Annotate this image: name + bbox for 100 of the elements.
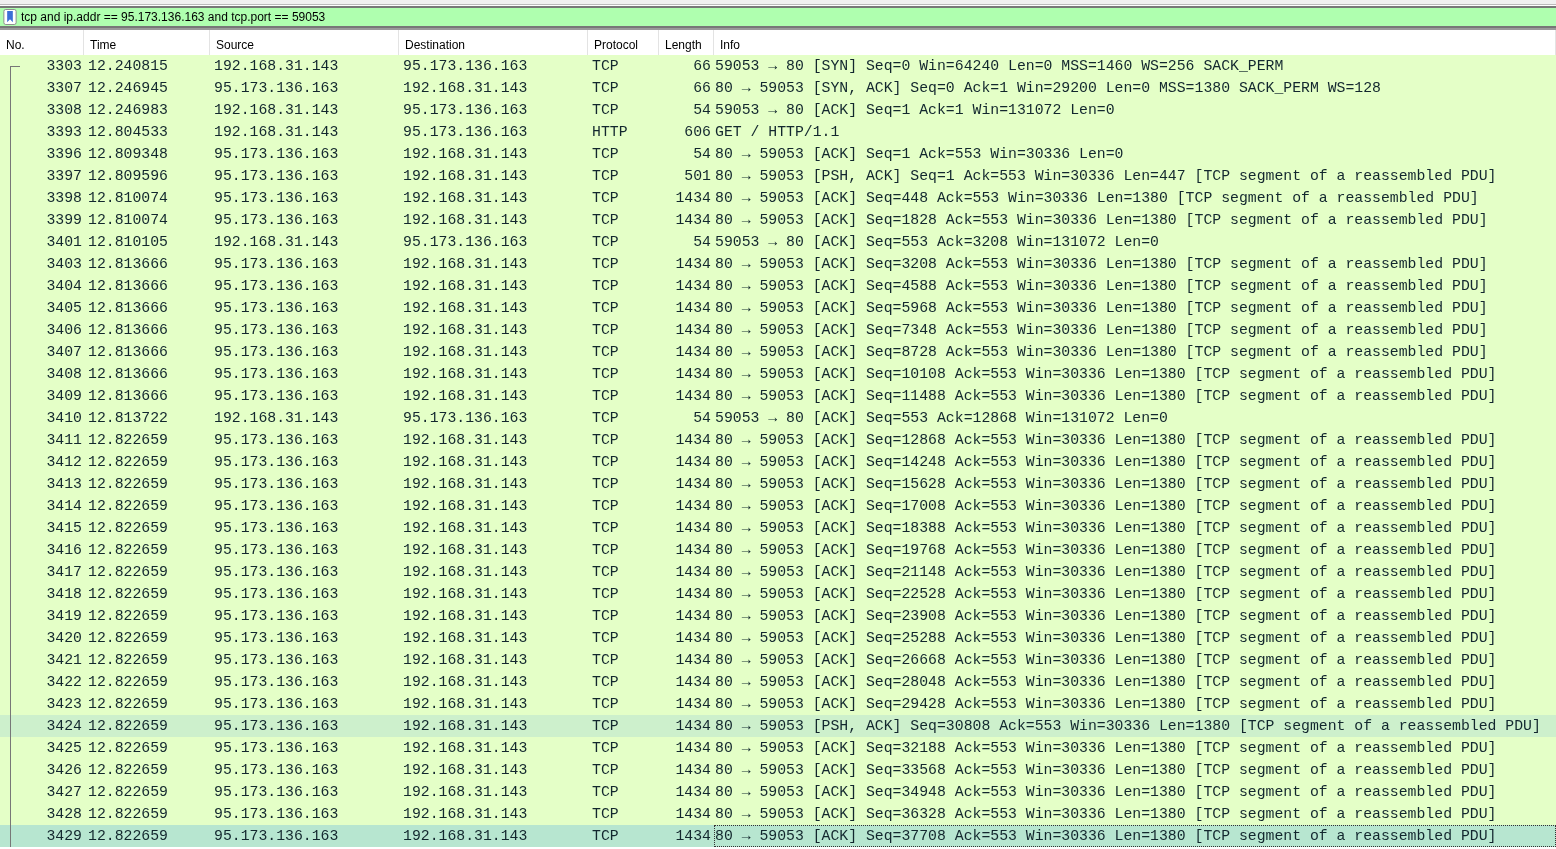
packet-row[interactable]: 3393 12.804533 192.168.31.143 95.173.136.163 HTTP 606 GET / HTTP/1.1	[0, 121, 1556, 143]
source-address: 95.173.136.163	[213, 211, 340, 230]
packet-row[interactable]: 3423 12.822659 95.173.136.163 192.168.31.143 TCP 1434 80 → 59053 [ACK] Seq=29428 Ack=553 Win=30336 Len=1380 [TCP segment of a reassembled PDU]	[0, 693, 1556, 715]
packet-row[interactable]: 3307 12.246945 95.173.136.163 192.168.31.143 TCP 66 80 → 59053 [SYN, ACK] Seq=0 Ack=1 Win=29200 Len=0 MSS=1380 SACK_PERM WS=128	[0, 77, 1556, 99]
packet-row[interactable]: 3410 12.813722 192.168.31.143 95.173.136.163 TCP 54 59053 → 80 [ACK] Seq=553 Ack=12868 Win=131072 Len=0	[0, 407, 1556, 429]
protocol: TCP	[591, 409, 620, 428]
destination-address: 192.168.31.143	[402, 585, 529, 604]
packet-row[interactable]: 3416 12.822659 95.173.136.163 192.168.31.143 TCP 1434 80 → 59053 [ACK] Seq=19768 Ack=553 Win=30336 Len=1380 [TCP segment of a reassembled PDU]	[0, 539, 1556, 561]
packet-length: 1434	[674, 475, 712, 494]
packet-row[interactable]: 3419 12.822659 95.173.136.163 192.168.31.143 TCP 1434 80 → 59053 [ACK] Seq=23908 Ack=553 Win=30336 Len=1380 [TCP segment of a reassembled PDU]	[0, 605, 1556, 627]
destination-address: 192.168.31.143	[402, 827, 529, 846]
packet-number: 3410	[46, 409, 82, 428]
packet-time: 12.813666	[87, 343, 169, 362]
source-address: 95.173.136.163	[213, 497, 340, 516]
packet-info: 80 → 59053 [ACK] Seq=4588 Ack=553 Win=30336 Len=1380 [TCP segment of a reassembled PDU]	[714, 277, 1489, 296]
packet-length: 1434	[674, 651, 712, 670]
packet-row[interactable]: 3303 12.240815 192.168.31.143 95.173.136.163 TCP 66 59053 → 80 [SYN] Seq=0 Win=64240 Len=0 MSS=1460 WS=256 SACK_PERM	[0, 55, 1556, 77]
packet-row[interactable]: 3420 12.822659 95.173.136.163 192.168.31.143 TCP 1434 80 → 59053 [ACK] Seq=25288 Ack=553 Win=30336 Len=1380 [TCP segment of a reassembled PDU]	[0, 627, 1556, 649]
destination-address: 192.168.31.143	[402, 519, 529, 538]
packet-time: 12.822659	[87, 519, 169, 538]
source-address: 95.173.136.163	[213, 563, 340, 582]
packet-length: 1434	[674, 343, 712, 362]
packet-length: 1434	[674, 673, 712, 692]
packet-number: 3415	[46, 519, 82, 538]
source-address: 95.173.136.163	[213, 321, 340, 340]
packet-row[interactable]: 3406 12.813666 95.173.136.163 192.168.31.143 TCP 1434 80 → 59053 [ACK] Seq=7348 Ack=553 Win=30336 Len=1380 [TCP segment of a reassembled PDU]	[0, 319, 1556, 341]
protocol: TCP	[591, 739, 620, 758]
packet-number: 3422	[46, 673, 82, 692]
protocol: TCP	[591, 563, 620, 582]
destination-address: 192.168.31.143	[402, 211, 529, 230]
protocol: TCP	[591, 167, 620, 186]
destination-address: 192.168.31.143	[402, 453, 529, 472]
packet-number: 3421	[46, 651, 82, 670]
packet-row[interactable]: 3424 12.822659 95.173.136.163 192.168.31.143 TCP 1434 80 → 59053 [PSH, ACK] Seq=30808 Ack=553 Win=30336 Len=1380 [TCP segment of a reassembled PDU]	[0, 715, 1556, 737]
packet-row[interactable]: 3403 12.813666 95.173.136.163 192.168.31.143 TCP 1434 80 → 59053 [ACK] Seq=3208 Ack=553 Win=30336 Len=1380 [TCP segment of a reassembled PDU]	[0, 253, 1556, 275]
packet-time: 12.822659	[87, 607, 169, 626]
source-address: 95.173.136.163	[213, 783, 340, 802]
packet-row[interactable]: 3396 12.809348 95.173.136.163 192.168.31.143 TCP 54 80 → 59053 [ACK] Seq=1 Ack=553 Win=30336 Len=0	[0, 143, 1556, 165]
packet-row[interactable]: 3428 12.822659 95.173.136.163 192.168.31.143 TCP 1434 80 → 59053 [ACK] Seq=36328 Ack=553 Win=30336 Len=1380 [TCP segment of a reassembled PDU]	[0, 803, 1556, 825]
packet-number: 3420	[46, 629, 82, 648]
packet-time: 12.822659	[87, 431, 169, 450]
source-address: 95.173.136.163	[213, 585, 340, 604]
packet-row[interactable]: 3399 12.810074 95.173.136.163 192.168.31.143 TCP 1434 80 → 59053 [ACK] Seq=1828 Ack=553 Win=30336 Len=1380 [TCP segment of a reassembled PDU]	[0, 209, 1556, 231]
packet-info: 80 → 59053 [PSH, ACK] Seq=1 Ack=553 Win=30336 Len=447 [TCP segment of a reassembled PDU]	[714, 167, 1498, 186]
packet-number: 3303	[46, 57, 82, 76]
packet-row[interactable]: 3418 12.822659 95.173.136.163 192.168.31.143 TCP 1434 80 → 59053 [ACK] Seq=22528 Ack=553 Win=30336 Len=1380 [TCP segment of a reassembled PDU]	[0, 583, 1556, 605]
packet-row[interactable]: 3401 12.810105 192.168.31.143 95.173.136.163 TCP 54 59053 → 80 [ACK] Seq=553 Ack=3208 Win=131072 Len=0	[0, 231, 1556, 253]
packet-row[interactable]: 3426 12.822659 95.173.136.163 192.168.31.143 TCP 1434 80 → 59053 [ACK] Seq=33568 Ack=553 Win=30336 Len=1380 [TCP segment of a reassembled PDU]	[0, 759, 1556, 781]
packet-time: 12.822659	[87, 541, 169, 560]
destination-address: 192.168.31.143	[402, 167, 529, 186]
packet-info: 80 → 59053 [ACK] Seq=14248 Ack=553 Win=30336 Len=1380 [TCP segment of a reassembled PDU]	[714, 453, 1498, 472]
destination-address: 192.168.31.143	[402, 497, 529, 516]
packet-row[interactable]: 3429 12.822659 95.173.136.163 192.168.31.143 TCP 1434 80 → 59053 [ACK] Seq=37708 Ack=553 Win=30336 Len=1380 [TCP segment of a reassembled PDU]	[0, 825, 1556, 847]
protocol: TCP	[591, 783, 620, 802]
packet-row[interactable]: 3398 12.810074 95.173.136.163 192.168.31.143 TCP 1434 80 → 59053 [ACK] Seq=448 Ack=553 Win=30336 Len=1380 [TCP segment of a reassembled PDU]	[0, 187, 1556, 209]
packet-row[interactable]: 3411 12.822659 95.173.136.163 192.168.31.143 TCP 1434 80 → 59053 [ACK] Seq=12868 Ack=553 Win=30336 Len=1380 [TCP segment of a reassembled PDU]	[0, 429, 1556, 451]
packet-row[interactable]: 3408 12.813666 95.173.136.163 192.168.31.143 TCP 1434 80 → 59053 [ACK] Seq=10108 Ack=553 Win=30336 Len=1380 [TCP segment of a reassembled PDU]	[0, 363, 1556, 385]
packet-number: 3419	[46, 607, 82, 626]
packet-row[interactable]: 3412 12.822659 95.173.136.163 192.168.31.143 TCP 1434 80 → 59053 [ACK] Seq=14248 Ack=553 Win=30336 Len=1380 [TCP segment of a reassembled PDU]	[0, 451, 1556, 473]
packet-length: 1434	[674, 563, 712, 582]
protocol: TCP	[591, 387, 620, 406]
packet-row[interactable]: 3417 12.822659 95.173.136.163 192.168.31.143 TCP 1434 80 → 59053 [ACK] Seq=21148 Ack=553 Win=30336 Len=1380 [TCP segment of a reassembled PDU]	[0, 561, 1556, 583]
source-address: 95.173.136.163	[213, 717, 340, 736]
packet-row[interactable]: 3413 12.822659 95.173.136.163 192.168.31.143 TCP 1434 80 → 59053 [ACK] Seq=15628 Ack=553 Win=30336 Len=1380 [TCP segment of a reassembled PDU]	[0, 473, 1556, 495]
packet-row[interactable]: 3397 12.809596 95.173.136.163 192.168.31.143 TCP 501 80 → 59053 [PSH, ACK] Seq=1 Ack=553 Win=30336 Len=447 [TCP segment of a reassembled PDU]	[0, 165, 1556, 187]
packet-row[interactable]: 3414 12.822659 95.173.136.163 192.168.31.143 TCP 1434 80 → 59053 [ACK] Seq=17008 Ack=553 Win=30336 Len=1380 [TCP segment of a reassembled PDU]	[0, 495, 1556, 517]
packet-length: 1434	[674, 321, 712, 340]
protocol: TCP	[591, 497, 620, 516]
display-filter-field[interactable]: tcp and ip.addr == 95.173.136.163 and tcp.port == 59053	[0, 6, 1556, 28]
source-address: 192.168.31.143	[213, 57, 340, 76]
packet-number: 3308	[46, 101, 82, 120]
bookmark-icon[interactable]	[3, 9, 17, 25]
packet-info: 59053 → 80 [ACK] Seq=553 Ack=12868 Win=131072 Len=0	[714, 409, 1169, 428]
source-address: 95.173.136.163	[213, 365, 340, 384]
packet-info: 80 → 59053 [ACK] Seq=29428 Ack=553 Win=30336 Len=1380 [TCP segment of a reassembled PDU]	[714, 695, 1498, 714]
packet-info: GET / HTTP/1.1	[714, 123, 841, 142]
packet-row[interactable]: 3425 12.822659 95.173.136.163 192.168.31.143 TCP 1434 80 → 59053 [ACK] Seq=32188 Ack=553 Win=30336 Len=1380 [TCP segment of a reassembled PDU]	[0, 737, 1556, 759]
packet-row[interactable]: 3308 12.246983 192.168.31.143 95.173.136.163 TCP 54 59053 → 80 [ACK] Seq=1 Ack=1 Win=131072 Len=0	[0, 99, 1556, 121]
packet-length: 54	[692, 145, 712, 164]
packet-row[interactable]: 3415 12.822659 95.173.136.163 192.168.31.143 TCP 1434 80 → 59053 [ACK] Seq=18388 Ack=553 Win=30336 Len=1380 [TCP segment of a reassembled PDU]	[0, 517, 1556, 539]
packet-length: 1434	[674, 585, 712, 604]
source-address: 95.173.136.163	[213, 79, 340, 98]
source-address: 192.168.31.143	[213, 233, 340, 252]
packet-length: 1434	[674, 453, 712, 472]
packet-row[interactable]: 3405 12.813666 95.173.136.163 192.168.31.143 TCP 1434 80 → 59053 [ACK] Seq=5968 Ack=553 Win=30336 Len=1380 [TCP segment of a reassembled PDU]	[0, 297, 1556, 319]
protocol: TCP	[591, 673, 620, 692]
destination-address: 192.168.31.143	[402, 761, 529, 780]
packet-length: 1434	[674, 739, 712, 758]
packet-row[interactable]: 3422 12.822659 95.173.136.163 192.168.31.143 TCP 1434 80 → 59053 [ACK] Seq=28048 Ack=553 Win=30336 Len=1380 [TCP segment of a reassembled PDU]	[0, 671, 1556, 693]
packet-length: 1434	[674, 761, 712, 780]
destination-address: 95.173.136.163	[402, 409, 529, 428]
packet-time: 12.813666	[87, 299, 169, 318]
packet-row[interactable]: 3421 12.822659 95.173.136.163 192.168.31.143 TCP 1434 80 → 59053 [ACK] Seq=26668 Ack=553 Win=30336 Len=1380 [TCP segment of a reassembled PDU]	[0, 649, 1556, 671]
packet-row[interactable]: 3409 12.813666 95.173.136.163 192.168.31.143 TCP 1434 80 → 59053 [ACK] Seq=11488 Ack=553 Win=30336 Len=1380 [TCP segment of a reassembled PDU]	[0, 385, 1556, 407]
packet-info: 80 → 59053 [ACK] Seq=34948 Ack=553 Win=30336 Len=1380 [TCP segment of a reassembled PDU]	[714, 783, 1498, 802]
packet-number: 3414	[46, 497, 82, 516]
packet-row[interactable]: 3404 12.813666 95.173.136.163 192.168.31.143 TCP 1434 80 → 59053 [ACK] Seq=4588 Ack=553 Win=30336 Len=1380 [TCP segment of a reassembled PDU]	[0, 275, 1556, 297]
protocol: TCP	[591, 79, 620, 98]
packet-row[interactable]: 3407 12.813666 95.173.136.163 192.168.31.143 TCP 1434 80 → 59053 [ACK] Seq=8728 Ack=553 Win=30336 Len=1380 [TCP segment of a reassembled PDU]	[0, 341, 1556, 363]
packet-row[interactable]: 3427 12.822659 95.173.136.163 192.168.31.143 TCP 1434 80 → 59053 [ACK] Seq=34948 Ack=553 Win=30336 Len=1380 [TCP segment of a reassembled PDU]	[0, 781, 1556, 803]
